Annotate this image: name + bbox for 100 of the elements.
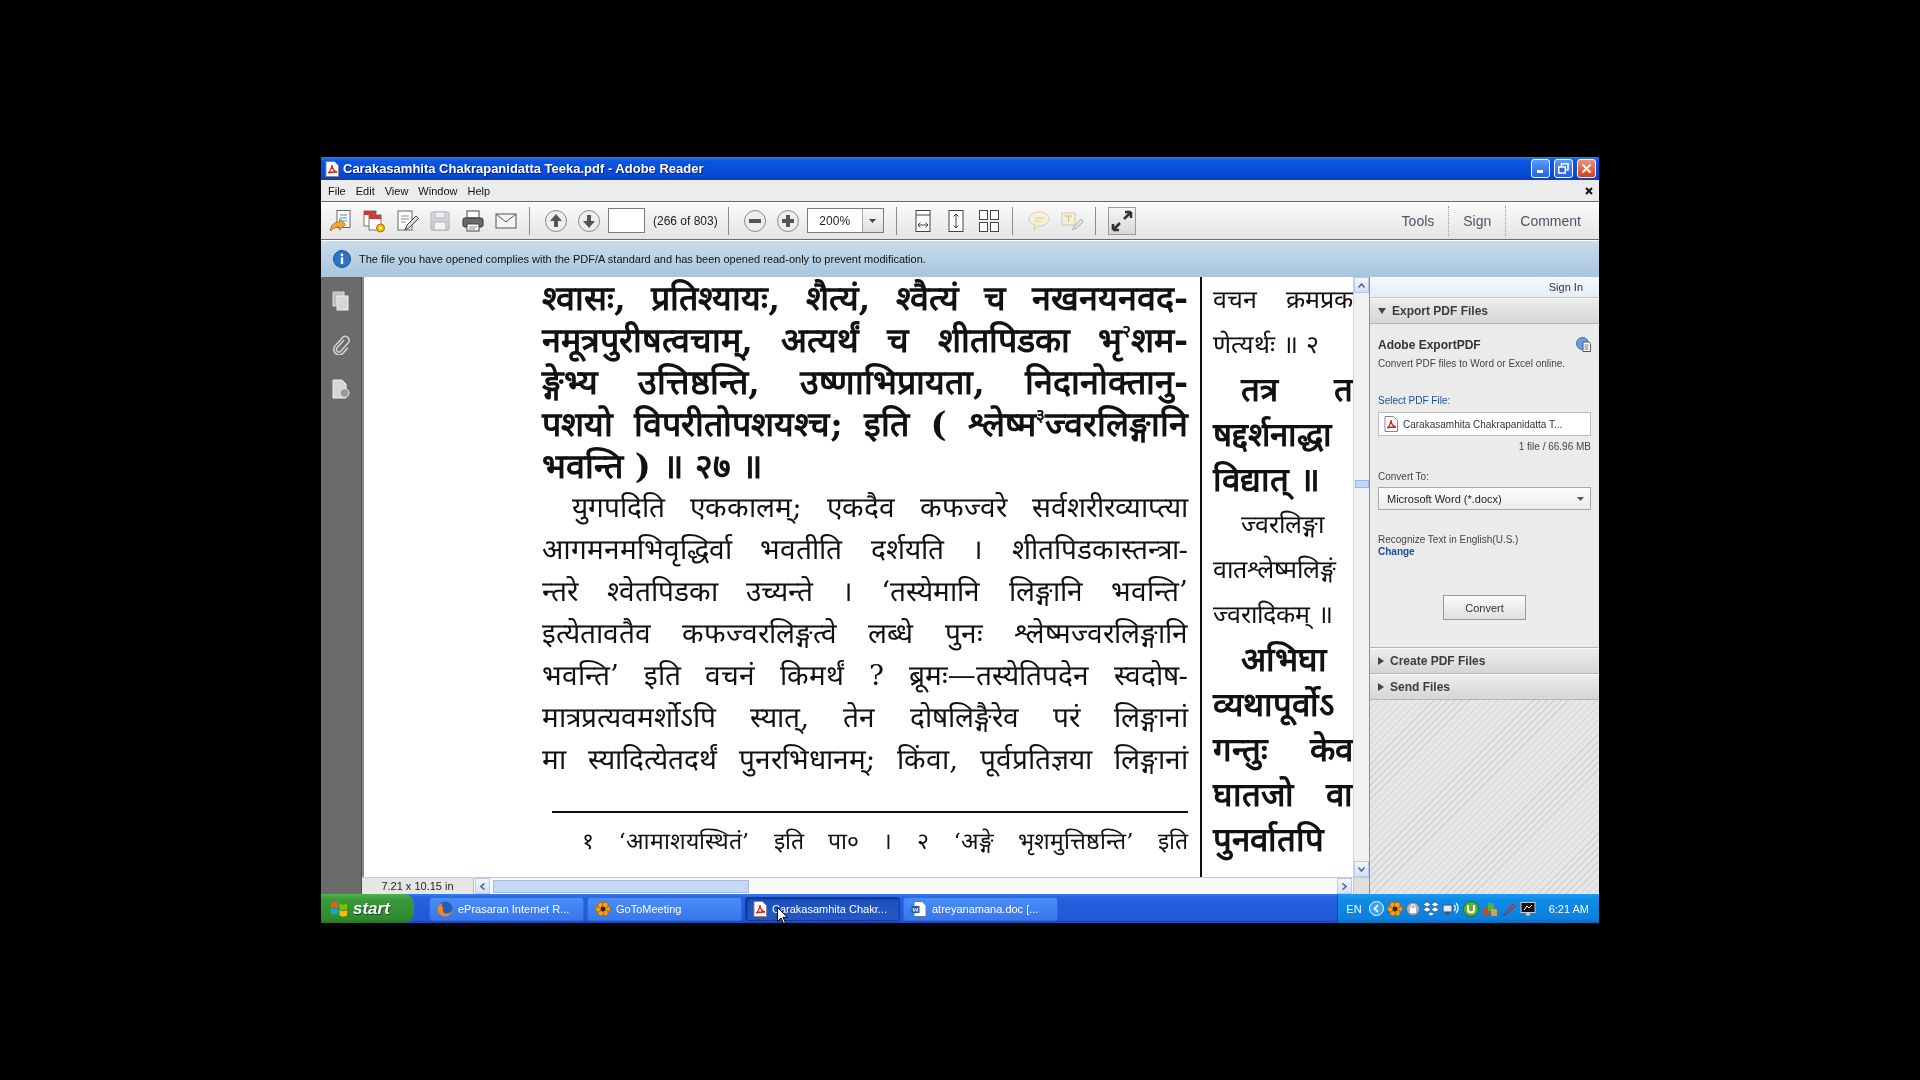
- commentary-line: भवन्ति’ इति वचनं किमर्थं ? ब्रूमः—तस्येतिपदेन स्वदोष-: [542, 658, 1188, 695]
- paperclip-icon: [332, 335, 350, 355]
- pdf-file-icon: [753, 900, 767, 917]
- commentary-line: आगमनमभिवृद्धिर्वा भवतीति दर्शयति । शीतपिडकास्तन्त्रा-: [542, 532, 1188, 569]
- zoom-in-icon: [775, 208, 800, 233]
- commentary-line: णेत्यर्थः ॥ २: [1213, 329, 1320, 361]
- clock: 6:21 AM: [1548, 902, 1589, 915]
- field-label: Select PDF File:: [1378, 395, 1452, 407]
- file-field[interactable]: Carakasamhita Chakrapanidatta T...: [1378, 412, 1591, 436]
- menu-item[interactable]: Help: [462, 181, 496, 200]
- network-monitor-icon: [1441, 900, 1460, 917]
- verse-line: नमूत्रपुरीषत्वचाम्, अत्यर्थं च शीतपिडका भृ$^{२}$शम-: [542, 319, 1188, 361]
- globe-page-icon: [1576, 337, 1591, 352]
- pane-tab[interactable]: Tools: [1387, 205, 1449, 236]
- zoom-out-icon: [742, 208, 767, 233]
- section-header[interactable]: Export PDF Files: [1370, 298, 1599, 324]
- pane-tab[interactable]: Sign: [1448, 205, 1506, 236]
- page-number-field[interactable]: [608, 208, 645, 233]
- chevron-right-icon: [1342, 882, 1347, 890]
- toolbar-button[interactable]: [1107, 206, 1136, 235]
- expand-icon: [1109, 208, 1134, 233]
- format-dropdown[interactable]: Microsoft Word (*.docx): [1378, 487, 1591, 510]
- commentary-line: मा स्यादित्येतदर्थं पुनरभिधानम्; किंवा, पूर्वप्रतिज्ञया लिङ्गानां: [542, 742, 1188, 779]
- caret-right-icon: [1378, 657, 1384, 665]
- close-icon: [1585, 186, 1593, 195]
- horizontal-scrollbar[interactable]: [474, 878, 1353, 894]
- restore-button[interactable]: [1554, 159, 1573, 178]
- caret-down-icon: [1378, 308, 1386, 314]
- page-pencil-icon: [395, 208, 419, 233]
- zoom-field[interactable]: 200%: [806, 208, 884, 233]
- taskbar-button[interactable]: GoToMeeting: [587, 896, 742, 921]
- pane-tab[interactable]: Comment: [1505, 205, 1595, 236]
- save-icon: [428, 208, 452, 233]
- scroll-left-button[interactable]: [475, 878, 490, 894]
- padlock-icon: [1405, 900, 1420, 917]
- field-label: Convert To:: [1378, 471, 1430, 483]
- scrollbar-thumb[interactable]: [1354, 480, 1369, 488]
- commentary-line: ज्वरलिङ्गा: [1240, 509, 1326, 541]
- word-document-icon: [911, 900, 927, 917]
- scroll-right-button[interactable]: [1337, 878, 1352, 894]
- chevron-up-icon: [1358, 282, 1365, 288]
- section-header[interactable]: Create PDF Files: [1370, 648, 1599, 674]
- signatures-button[interactable]: [330, 377, 352, 401]
- print-icon: [461, 208, 485, 233]
- caret-down-icon: [869, 218, 877, 223]
- scrollbar-thumb[interactable]: [493, 879, 749, 893]
- change-link[interactable]: Change: [1378, 546, 1415, 558]
- attachments-button[interactable]: [330, 333, 352, 357]
- page-arrow-icon: [329, 208, 353, 233]
- vertical-scrollbar[interactable]: [1353, 277, 1369, 877]
- commentary-line: वचन क्रमप्रक: [1213, 284, 1353, 316]
- minimize-button[interactable]: [1531, 159, 1550, 178]
- commentary-line: युगपदिति एककालम्; एकदैव कफज्वरे सर्वशरीरव्याप्त्या: [571, 490, 1188, 527]
- verse-line: ङ्गेभ्य उत्तिष्ठन्ति, उष्णाभिप्रायता, निदानोक्तानु-: [542, 362, 1188, 403]
- restore-icon: [1558, 163, 1569, 174]
- section-header[interactable]: Send Files: [1370, 674, 1599, 700]
- window-title: Carakasamhita Chakrapanidatta Teeka.pdf - Adobe Reader: [343, 161, 705, 176]
- blocks-icon: [1481, 900, 1498, 917]
- pages-icon: [332, 291, 350, 311]
- boxes-icon: [1422, 900, 1439, 917]
- chevron-down-icon: [1358, 866, 1365, 872]
- page-size-label: 7.21 x 10.15 in: [362, 878, 474, 894]
- language-indicator[interactable]: EN: [1346, 902, 1362, 915]
- scroll-down-button[interactable]: [1354, 861, 1369, 877]
- convert-button[interactable]: Convert: [1443, 595, 1526, 620]
- speech-bubble-icon: [1026, 208, 1051, 233]
- page-grid-icon: [976, 208, 1001, 233]
- start-button[interactable]: start: [321, 894, 414, 923]
- pdf-file-icon: [325, 160, 339, 177]
- menu-item[interactable]: Window: [413, 181, 463, 200]
- scroll-up-button[interactable]: [1354, 277, 1369, 293]
- flower-icon: [1386, 900, 1403, 917]
- taskbar-button[interactable]: ePrasaran Internet R...: [429, 896, 584, 921]
- commentary-line: मात्रप्रत्यवमर्शोऽपि स्यात्, तेन दोषलिङ्गैरेव परं लिङ्गानां: [542, 700, 1188, 736]
- flower-icon: [595, 900, 611, 917]
- taskbar-button[interactable]: Carakasamhita Chakr...: [745, 896, 900, 921]
- verse-line: षद्दर्शनाद्धा: [1213, 414, 1334, 456]
- file-size-info: 1 file / 66.96 MB: [1517, 441, 1591, 453]
- taskbar-button[interactable]: atreyanamana.doc [...: [903, 896, 1058, 921]
- ocr-language-text: Recognize Text in English(U.S.): [1378, 534, 1520, 546]
- verse-line: व्यथापूर्वोऽ: [1213, 684, 1335, 727]
- close-button[interactable]: [1577, 159, 1596, 178]
- status-circle-icon: [1462, 900, 1479, 917]
- zoom-dropdown-button[interactable]: [861, 209, 883, 232]
- verse-line: श्वासः, प्रतिश्यायः, शैत्यं, श्वैत्यं च नखनयनवद-: [542, 277, 1188, 319]
- caret-down-icon: [1577, 496, 1584, 501]
- monitor-icon: [1519, 900, 1536, 917]
- chevron-left-icon: [480, 882, 485, 890]
- service-description: Convert PDF files to Word or Excel online.: [1378, 358, 1567, 370]
- pdf-file-icon: [1384, 416, 1398, 432]
- footnote: १ ‘आमाशयस्थितं’ इति पा० । २ ‘अङ्गे भृशमुत्तिष्ठन्ति’ इति: [581, 827, 1188, 858]
- globe-icon: [437, 900, 453, 917]
- sign-in-link[interactable]: Sign In: [1548, 281, 1583, 293]
- menu-item[interactable]: View: [379, 181, 414, 200]
- caret-right-icon: [1378, 683, 1384, 691]
- pages-button[interactable]: [330, 289, 352, 313]
- notice-text: The file you have opened complies with the PDF/A standard and has been opened read-only to prevent modification.: [359, 253, 926, 265]
- menu-item[interactable]: Edit: [350, 181, 380, 200]
- menu-item[interactable]: File: [323, 181, 351, 200]
- commentary-line: ज्वरादिकम् ॥: [1213, 599, 1334, 631]
